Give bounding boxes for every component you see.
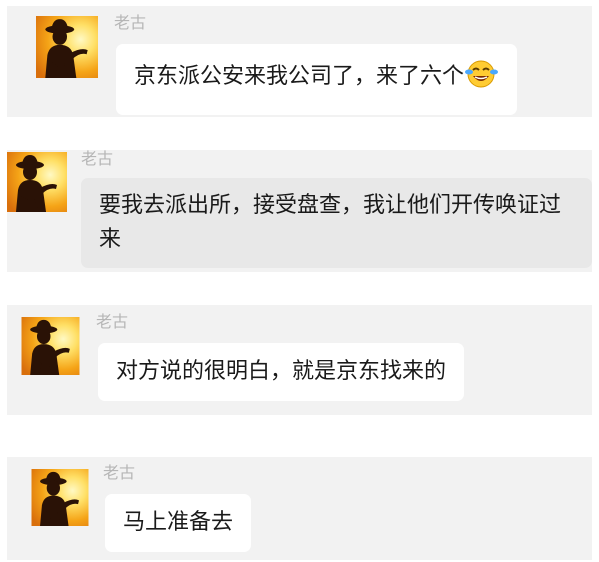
chat-message-card: 老古 对方说的很明白，就是京东找来的 — [7, 305, 592, 415]
message-text: 京东派公安来我公司了，来了六个 — [134, 64, 465, 89]
chat-message-card: 老古 马上准备去 — [7, 457, 592, 560]
sender-name: 老古 — [81, 149, 114, 168]
sender-name: 老古 — [103, 463, 136, 482]
chat-message-card: 老古 京东派公安来我公司了，来了六个 — [7, 6, 592, 117]
message-bubble[interactable]: 要我去派出所，接受盘查，我让他们开传唤证过来 — [81, 178, 592, 268]
avatar[interactable] — [31, 469, 89, 526]
message-text: 对方说的很明白，就是京东找来的 — [116, 359, 447, 384]
message-text: 要我去派出所，接受盘查，我让他们开传唤证过来 — [99, 193, 562, 252]
sunset-silhouette-avatar-image — [31, 469, 89, 526]
sunset-silhouette-avatar-image — [36, 16, 98, 78]
sender-name: 老古 — [114, 13, 147, 32]
sunset-silhouette-avatar-image — [21, 317, 80, 375]
chat-message-card: 老古 要我去派出所，接受盘查，我让他们开传唤证过来 — [7, 150, 592, 272]
laughing-tears-emoji — [465, 59, 499, 100]
avatar[interactable] — [36, 16, 98, 78]
avatar[interactable] — [21, 317, 80, 375]
sunset-silhouette-avatar-image — [7, 152, 67, 212]
avatar[interactable] — [7, 152, 67, 212]
message-text: 马上准备去 — [123, 510, 234, 535]
message-bubble[interactable]: 马上准备去 — [105, 494, 252, 552]
message-bubble[interactable]: 京东派公安来我公司了，来了六个 — [116, 44, 518, 115]
message-bubble[interactable]: 对方说的很明白，就是京东找来的 — [98, 343, 465, 401]
sender-name: 老古 — [96, 312, 129, 331]
